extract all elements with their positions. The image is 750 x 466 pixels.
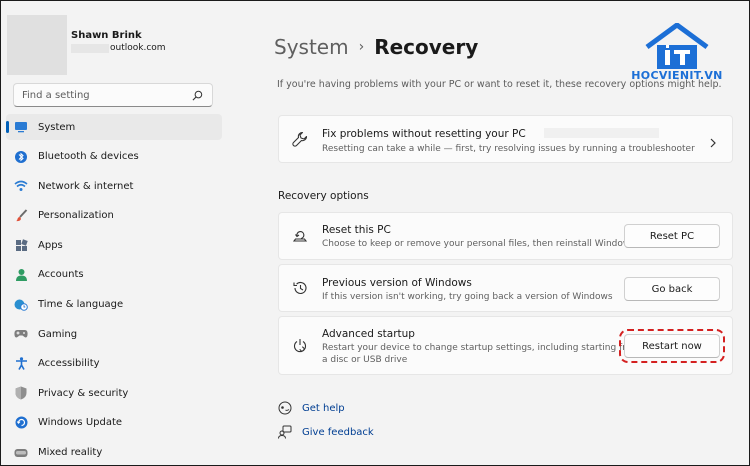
sidebar-item-label: Mixed reality bbox=[38, 447, 103, 459]
house-it-icon bbox=[645, 22, 709, 69]
shield-icon bbox=[14, 386, 28, 400]
user-email: outlook.com bbox=[71, 43, 166, 53]
advanced-startup-description-line1: Restart your device to change startup se… bbox=[322, 343, 640, 353]
search-input[interactable] bbox=[22, 89, 190, 101]
sidebar-item-apps[interactable]: Apps bbox=[6, 232, 222, 258]
power-restart-icon bbox=[291, 337, 309, 355]
give-feedback-link[interactable]: Give feedback bbox=[278, 425, 374, 439]
get-help-link[interactable]: Get help bbox=[278, 401, 345, 415]
advanced-startup-title: Advanced startup bbox=[322, 328, 415, 340]
advanced-startup-description: Restart your device to change startup se… bbox=[322, 342, 640, 366]
sidebar: Shawn Brink outlook.com System Bluetooth… bbox=[1, 1, 229, 466]
sidebar-item-network[interactable]: Network & internet bbox=[6, 173, 222, 199]
advanced-startup-description-line2: a disc or USB drive bbox=[322, 355, 408, 365]
sidebar-item-label: Windows Update bbox=[38, 417, 123, 429]
feedback-icon bbox=[278, 425, 292, 439]
apps-icon bbox=[14, 238, 28, 252]
restart-now-button[interactable]: Restart now bbox=[619, 329, 725, 363]
update-icon bbox=[14, 416, 28, 430]
previous-version-description: If this version isn't working, try going… bbox=[322, 292, 613, 302]
sidebar-item-accounts[interactable]: Accounts bbox=[6, 262, 222, 288]
monitor-icon bbox=[14, 120, 28, 134]
sidebar-item-gaming[interactable]: Gaming bbox=[6, 321, 222, 347]
sidebar-item-privacy-security[interactable]: Privacy & security bbox=[6, 380, 222, 406]
sidebar-nav: System Bluetooth & devices Network & int… bbox=[6, 114, 222, 466]
accessibility-icon bbox=[14, 357, 28, 371]
sidebar-item-personalization[interactable]: Personalization bbox=[6, 203, 222, 229]
avatar[interactable] bbox=[7, 15, 67, 75]
reset-pc-description: Choose to keep or remove your personal f… bbox=[322, 239, 635, 249]
search-box[interactable] bbox=[13, 83, 213, 107]
sidebar-item-label: Accessibility bbox=[38, 358, 100, 370]
sidebar-item-label: Apps bbox=[38, 239, 63, 251]
email-redaction bbox=[71, 43, 109, 53]
advanced-startup-card: Advanced startup Restart your device to … bbox=[278, 316, 733, 375]
breadcrumb-parent[interactable]: System bbox=[274, 35, 349, 59]
sidebar-item-label: Privacy & security bbox=[38, 387, 129, 399]
user-name: Shawn Brink bbox=[71, 30, 142, 41]
user-email-suffix: outlook.com bbox=[110, 43, 166, 53]
sidebar-item-accessibility[interactable]: Accessibility bbox=[6, 351, 222, 377]
gamepad-icon bbox=[14, 327, 28, 341]
sidebar-item-label: Bluetooth & devices bbox=[38, 151, 139, 163]
get-help-label[interactable]: Get help bbox=[302, 403, 345, 414]
breadcrumb-separator: › bbox=[358, 39, 365, 55]
reset-pc-icon bbox=[291, 227, 309, 245]
reset-pc-title: Reset this PC bbox=[322, 224, 391, 236]
fix-problems-description: Resetting can take a while — first, try … bbox=[322, 144, 695, 154]
go-back-button[interactable]: Go back bbox=[624, 277, 720, 301]
sidebar-item-label: Time & language bbox=[38, 299, 124, 311]
previous-version-title: Previous version of Windows bbox=[322, 277, 472, 289]
page-title: Recovery bbox=[374, 35, 479, 59]
sidebar-item-mixed-reality[interactable]: Mixed reality bbox=[6, 440, 222, 466]
sidebar-item-label: Gaming bbox=[38, 328, 78, 340]
previous-version-card: Previous version of Windows If this vers… bbox=[278, 264, 733, 312]
sidebar-item-bluetooth[interactable]: Bluetooth & devices bbox=[6, 144, 222, 170]
wifi-icon bbox=[14, 179, 28, 193]
headset-icon bbox=[14, 446, 28, 460]
sidebar-item-system[interactable]: System bbox=[6, 114, 222, 140]
sidebar-item-label: System bbox=[38, 121, 76, 133]
help-icon bbox=[278, 401, 292, 415]
person-icon bbox=[14, 268, 28, 282]
fix-problems-card[interactable]: Fix problems without resetting your PC R… bbox=[278, 115, 733, 163]
hocvienit-logo: HOCVIENIT.VN bbox=[621, 22, 733, 93]
history-icon bbox=[291, 279, 309, 297]
search-icon[interactable] bbox=[190, 88, 204, 102]
bluetooth-icon bbox=[14, 150, 28, 164]
sidebar-item-label: Network & internet bbox=[38, 180, 134, 192]
recovery-options-heading: Recovery options bbox=[278, 190, 369, 202]
reset-pc-button[interactable]: Reset PC bbox=[624, 224, 720, 248]
sidebar-item-label: Accounts bbox=[38, 269, 84, 281]
fix-problems-title: Fix problems without resetting your PC bbox=[322, 128, 526, 140]
sidebar-item-time-language[interactable]: Time & language bbox=[6, 292, 222, 318]
brush-icon bbox=[14, 209, 28, 223]
give-feedback-label[interactable]: Give feedback bbox=[302, 427, 374, 438]
sidebar-item-label: Personalization bbox=[38, 210, 114, 222]
sidebar-item-windows-update[interactable]: Windows Update bbox=[6, 410, 222, 436]
redaction bbox=[544, 128, 659, 138]
hocvienit-logo-text: HOCVIENIT.VN bbox=[631, 69, 723, 82]
wrench-icon bbox=[291, 130, 309, 148]
chevron-right-icon[interactable] bbox=[708, 134, 718, 148]
breadcrumb: System › Recovery bbox=[274, 35, 478, 59]
globe-clock-icon bbox=[14, 298, 28, 312]
reset-pc-card: Reset this PC Choose to keep or remove y… bbox=[278, 212, 733, 260]
